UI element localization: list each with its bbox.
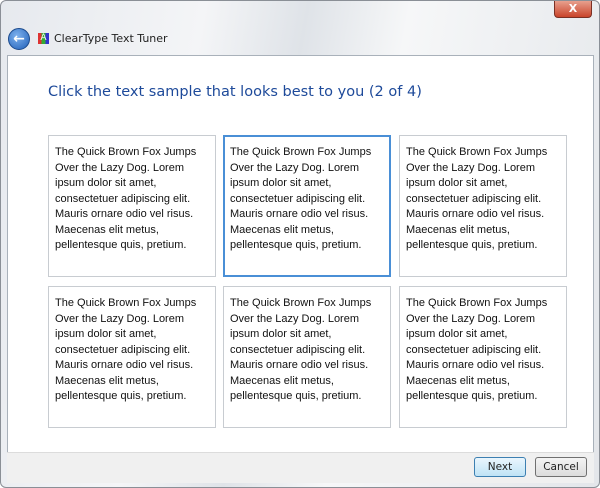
text-sample-5[interactable]: The Quick Brown Fox Jumps Over the Lazy … bbox=[223, 286, 391, 428]
text-sample-4[interactable]: The Quick Brown Fox Jumps Over the Lazy … bbox=[48, 286, 216, 428]
back-arrow-icon[interactable]: ← bbox=[8, 28, 30, 50]
page-heading: Click the text sample that looks best to… bbox=[48, 84, 422, 100]
text-sample-2-selected[interactable]: The Quick Brown Fox Jumps Over the Lazy … bbox=[223, 135, 391, 277]
window: X ← A ClearType Text Tuner Click the tex… bbox=[0, 0, 600, 488]
text-sample-3[interactable]: The Quick Brown Fox Jumps Over the Lazy … bbox=[399, 135, 567, 277]
cleartype-app-icon: A bbox=[38, 33, 49, 44]
text-sample-1[interactable]: The Quick Brown Fox Jumps Over the Lazy … bbox=[48, 135, 216, 277]
cancel-button[interactable]: Cancel bbox=[535, 457, 587, 477]
next-button[interactable]: Next bbox=[474, 457, 526, 477]
window-title: ClearType Text Tuner bbox=[54, 32, 168, 45]
text-sample-6[interactable]: The Quick Brown Fox Jumps Over the Lazy … bbox=[399, 286, 567, 428]
close-button[interactable]: X bbox=[554, 1, 592, 18]
